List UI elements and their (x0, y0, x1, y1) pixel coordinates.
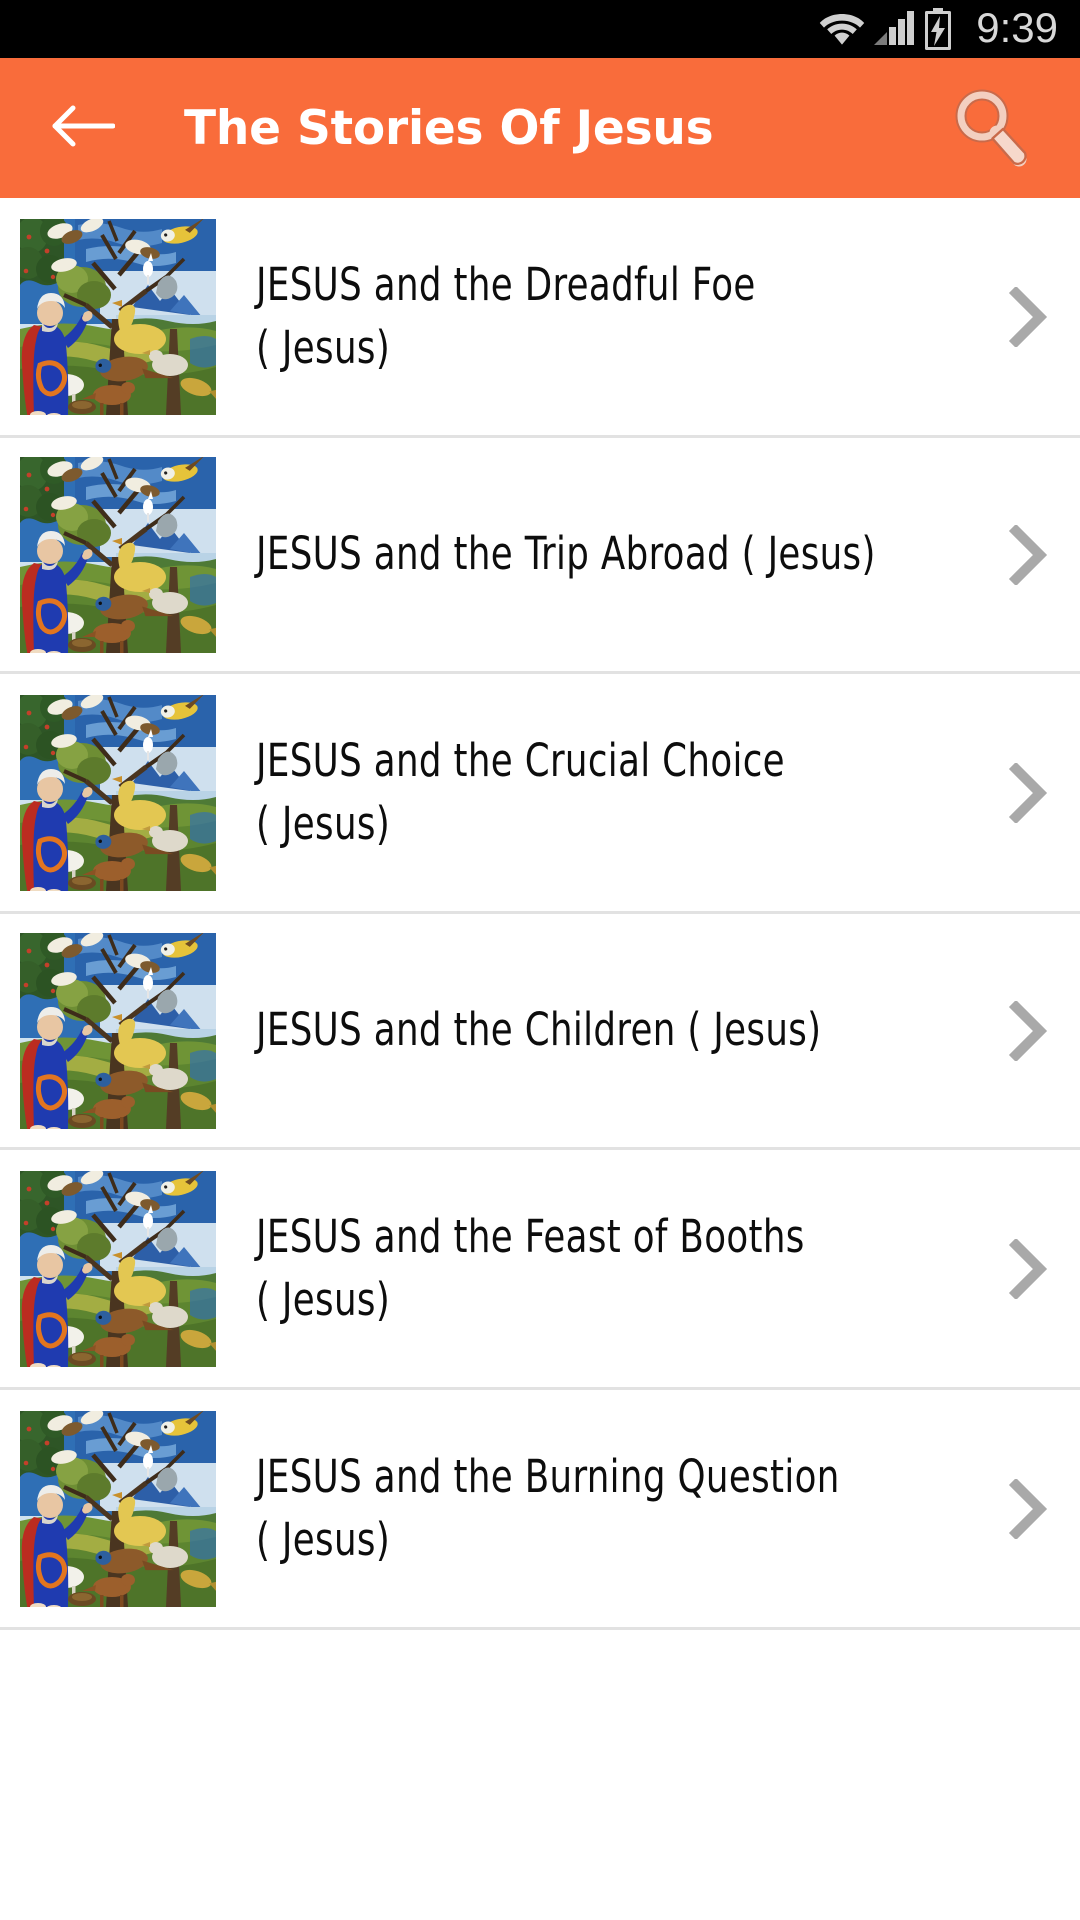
app-bar: The Stories Of Jesus (0, 58, 1080, 198)
status-bar: 9:39 (0, 0, 1080, 58)
chevron-right-icon[interactable] (998, 757, 1058, 829)
story-title: JESUS and the Feast of Booths ( Jesus) (256, 1210, 805, 1326)
story-thumbnail (20, 1171, 216, 1367)
chevron-right-icon[interactable] (998, 995, 1058, 1067)
list-item[interactable]: JESUS and the Feast of Booths ( Jesus) (0, 1150, 1080, 1390)
list-item[interactable]: JESUS and the Dreadful Foe ( Jesus) (0, 198, 1080, 438)
story-list: JESUS and the Dreadful Foe ( Jesus) JESU… (0, 198, 1080, 1630)
back-button[interactable] (46, 91, 120, 165)
list-item[interactable]: JESUS and the Children ( Jesus) (0, 914, 1080, 1150)
story-thumbnail (20, 219, 216, 415)
story-title: JESUS and the Dreadful Foe ( Jesus) (256, 258, 756, 374)
list-item[interactable]: JESUS and the Burning Question ( Jesus) (0, 1390, 1080, 1630)
chevron-right-icon[interactable] (998, 519, 1058, 591)
wifi-icon (819, 11, 865, 47)
arrow-left-icon (51, 102, 116, 154)
story-title: JESUS and the Crucial Choice ( Jesus) (256, 734, 785, 850)
battery-charging-icon (923, 8, 953, 50)
status-bar-clock: 9:39 (976, 4, 1058, 51)
chevron-right-icon[interactable] (998, 1233, 1058, 1305)
chevron-right-icon[interactable] (998, 1473, 1058, 1545)
story-thumbnail (20, 1411, 216, 1607)
story-thumbnail (20, 933, 216, 1129)
list-item[interactable]: JESUS and the Trip Abroad ( Jesus) (0, 438, 1080, 674)
status-bar-icons: 9:39 (819, 4, 1058, 51)
story-thumbnail (20, 695, 216, 891)
page-title: The Stories Of Jesus (184, 100, 714, 156)
story-thumbnail (20, 457, 216, 653)
story-title: JESUS and the Burning Question ( Jesus) (256, 1450, 840, 1566)
search-icon (947, 83, 1033, 173)
search-button[interactable] (944, 82, 1036, 174)
story-title: JESUS and the Trip Abroad ( Jesus) (256, 527, 876, 581)
chevron-right-icon[interactable] (998, 281, 1058, 353)
list-item[interactable]: JESUS and the Crucial Choice ( Jesus) (0, 674, 1080, 914)
story-title: JESUS and the Children ( Jesus) (256, 1003, 822, 1057)
cellular-signal-icon (874, 11, 915, 47)
